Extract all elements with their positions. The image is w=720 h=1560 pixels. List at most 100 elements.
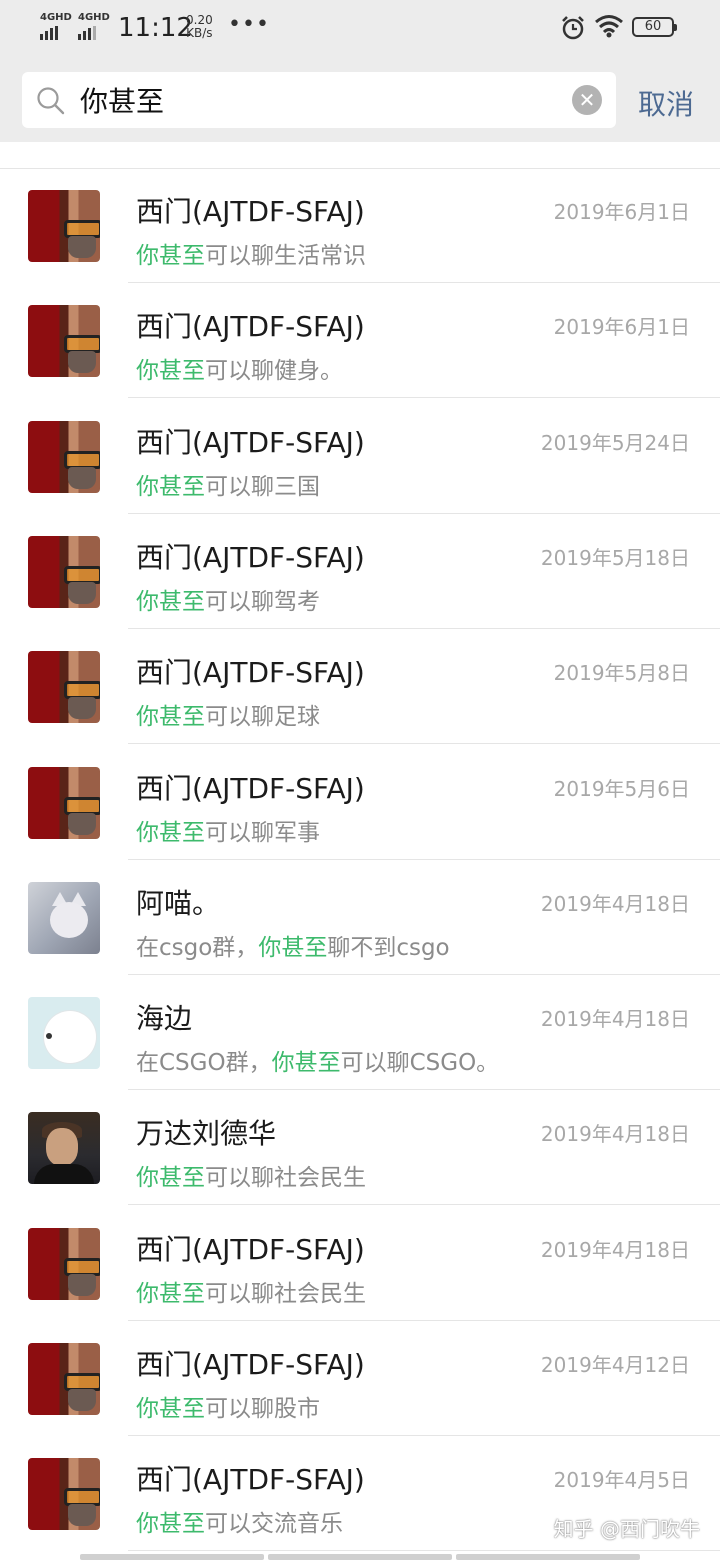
message-date: 2019年6月1日 bbox=[553, 315, 690, 340]
network-speed-unit: KB/s bbox=[186, 26, 213, 40]
list-item[interactable]: 西门(AJTDF-SFAJ) 2019年6月1日你甚至可以聊健身。 bbox=[0, 283, 720, 399]
contact-name: 西门(AJTDF-SFAJ) bbox=[136, 771, 365, 805]
status-bar: 4GHD 4GHD 11:12 0.20 KB/s ••• 60 bbox=[0, 0, 720, 58]
snippet-text: 可以聊足球 bbox=[205, 704, 320, 731]
avatar bbox=[28, 881, 100, 954]
list-item[interactable]: 西门(AJTDF-SFAJ) 2019年5月6日你甚至可以聊军事 bbox=[0, 745, 720, 860]
contact-name: 西门(AJTDF-SFAJ) bbox=[136, 540, 365, 574]
message-snippet: 你甚至可以聊足球 bbox=[136, 697, 320, 731]
avatar bbox=[28, 766, 100, 839]
message-date: 2019年5月18日 bbox=[540, 545, 690, 570]
snippet-text: 可以聊军事 bbox=[205, 819, 320, 846]
watermark: 知乎 @西门吹牛 bbox=[553, 1517, 700, 1541]
message-date: 2019年5月8日 bbox=[553, 661, 690, 686]
snippet-text: 可以聊股市 bbox=[205, 1396, 320, 1422]
list-item[interactable]: 西门(AJTDF-SFAJ) 2019年5月8日你甚至可以聊足球 bbox=[0, 629, 720, 745]
snippet-text: 可以交流音乐 bbox=[205, 1511, 343, 1538]
message-snippet: 你甚至可以聊股市 bbox=[136, 1389, 320, 1423]
snippet-highlight: 你甚至 bbox=[136, 704, 205, 731]
message-snippet: 你甚至可以聊生活常识 bbox=[136, 236, 366, 270]
avatar bbox=[28, 651, 100, 724]
search-icon bbox=[37, 87, 65, 115]
snippet-highlight: 你甚至 bbox=[136, 243, 205, 269]
snippet-text: 可以聊社会民生 bbox=[205, 1165, 366, 1192]
contact-name: 西门(AJTDF-SFAJ) bbox=[136, 656, 365, 690]
contact-name: 西门(AJTDF-SFAJ) bbox=[136, 310, 365, 344]
message-date: 2019年4月18日 bbox=[540, 1007, 690, 1032]
message-date: 2019年6月1日 bbox=[553, 200, 690, 224]
avatar bbox=[28, 1112, 100, 1185]
signal-2-icon bbox=[78, 26, 96, 40]
search-results-list[interactable]: 西门(AJTDF-SFAJ) 2019年6月1日 你甚至可以聊生活常识 西门(AJTD… bbox=[0, 142, 720, 1560]
alarm-icon bbox=[562, 16, 584, 40]
message-snippet: 你甚至可以聊社会民生 bbox=[136, 1158, 366, 1192]
contact-name: 海边 bbox=[136, 1002, 193, 1036]
snippet-highlight: 你甚至 bbox=[136, 1280, 205, 1307]
message-date: 2019年4月12日 bbox=[540, 1353, 690, 1377]
cancel-button[interactable]: 取消 bbox=[638, 83, 694, 123]
message-snippet: 在CSGO群，你甚至可以聊CSGO。 bbox=[136, 1043, 499, 1077]
snippet-text: 可以聊三国 bbox=[205, 473, 320, 500]
clear-icon[interactable]: ✕ bbox=[572, 85, 602, 115]
message-date: 2019年4月18日 bbox=[540, 891, 690, 916]
snippet-highlight: 你甚至 bbox=[136, 1396, 205, 1422]
snippet-text: 在CSGO群， bbox=[136, 1050, 272, 1077]
avatar bbox=[28, 190, 100, 262]
list-item[interactable]: 西门(AJTDF-SFAJ) 2019年4月12日你甚至可以聊股市 bbox=[0, 1321, 720, 1436]
message-snippet: 你甚至可以聊健身。 bbox=[136, 351, 343, 385]
message-date: 2019年4月18日 bbox=[540, 1237, 690, 1262]
navigation-bar bbox=[80, 1554, 640, 1560]
avatar bbox=[28, 1458, 100, 1531]
snippet-text: 可以聊驾考 bbox=[205, 588, 320, 615]
search-box[interactable]: ✕ bbox=[22, 72, 616, 128]
list-item[interactable]: 西门(AJTDF-SFAJ) 2019年5月24日你甚至可以聊三国 bbox=[0, 399, 720, 514]
list-item[interactable]: 西门(AJTDF-SFAJ) 2019年4月18日你甚至可以聊社会民生 bbox=[0, 1206, 720, 1321]
signal-1-icon bbox=[40, 26, 58, 40]
contact-name: 西门(AJTDF-SFAJ) bbox=[136, 425, 365, 459]
snippet-highlight: 你甚至 bbox=[258, 934, 328, 961]
battery-icon: 60 bbox=[632, 17, 677, 37]
snippet-highlight: 你甚至 bbox=[136, 819, 205, 846]
avatar bbox=[28, 1227, 100, 1300]
snippet-text: 在csgo群， bbox=[136, 934, 259, 961]
avatar bbox=[28, 997, 100, 1070]
snippet-highlight: 你甚至 bbox=[136, 1165, 205, 1192]
contact-name: 西门(AJTDF-SFAJ) bbox=[136, 1463, 365, 1497]
wifi-icon bbox=[595, 15, 623, 38]
message-snippet: 你甚至可以交流音乐 bbox=[136, 1504, 343, 1538]
avatar bbox=[28, 420, 100, 493]
snippet-highlight: 你甚至 bbox=[136, 1511, 205, 1538]
message-date: 2019年5月24日 bbox=[540, 430, 690, 455]
avatar bbox=[28, 1343, 100, 1415]
list-item[interactable]: 阿喵。 2019年4月18日 在csgo群，你甚至聊不到csgo bbox=[0, 860, 720, 975]
snippet-text: 可以聊生活常识 bbox=[205, 243, 366, 269]
contact-name: 万达刘德华 bbox=[136, 1117, 277, 1151]
snippet-text: 可以聊社会民生 bbox=[205, 1280, 366, 1307]
search-input[interactable] bbox=[80, 72, 560, 128]
snippet-text: 聊不到csgo bbox=[327, 934, 450, 961]
signal-label-1: 4GHD bbox=[40, 12, 72, 23]
message-snippet: 你甚至可以聊三国 bbox=[136, 467, 320, 501]
message-snippet: 在csgo群，你甚至聊不到csgo bbox=[136, 928, 450, 962]
message-snippet: 你甚至可以聊驾考 bbox=[136, 582, 320, 616]
avatar bbox=[28, 535, 100, 608]
snippet-highlight: 你甚至 bbox=[136, 588, 205, 615]
snippet-highlight: 你甚至 bbox=[136, 473, 205, 500]
list-item[interactable]: 西门(AJTDF-SFAJ) 2019年6月1日你甚至可以聊生活常识 bbox=[0, 168, 720, 283]
message-date: 2019年4月5日 bbox=[553, 1468, 690, 1493]
list-item[interactable]: 万达刘德华 2019年4月18日 你甚至可以聊社会民生 bbox=[0, 1090, 720, 1206]
list-item[interactable]: 海边 2019年4月18日在CSGO群，你甚至可以聊CSGO。 bbox=[0, 975, 720, 1091]
contact-name: 西门(AJTDF-SFAJ) bbox=[136, 1232, 365, 1266]
snippet-highlight: 你甚至 bbox=[271, 1050, 341, 1077]
message-snippet: 你甚至可以聊社会民生 bbox=[136, 1274, 366, 1308]
network-speed: 0.20 KB/s bbox=[186, 14, 213, 40]
snippet-text: 可以聊健身。 bbox=[205, 358, 343, 385]
list-item[interactable]: 西门(AJTDF-SFAJ) 2019年5月18日你甚至可以聊驾考 bbox=[0, 514, 720, 629]
search-header: ✕ 取消 bbox=[0, 58, 720, 142]
more-notifications-icon: ••• bbox=[228, 12, 270, 37]
signal-label-2: 4GHD bbox=[78, 12, 110, 23]
contact-name: 西门(AJTDF-SFAJ) bbox=[136, 195, 365, 228]
list-item-partial[interactable] bbox=[0, 142, 720, 169]
message-date: 2019年5月6日 bbox=[553, 776, 690, 801]
contact-name: 西门(AJTDF-SFAJ) bbox=[136, 1348, 365, 1381]
